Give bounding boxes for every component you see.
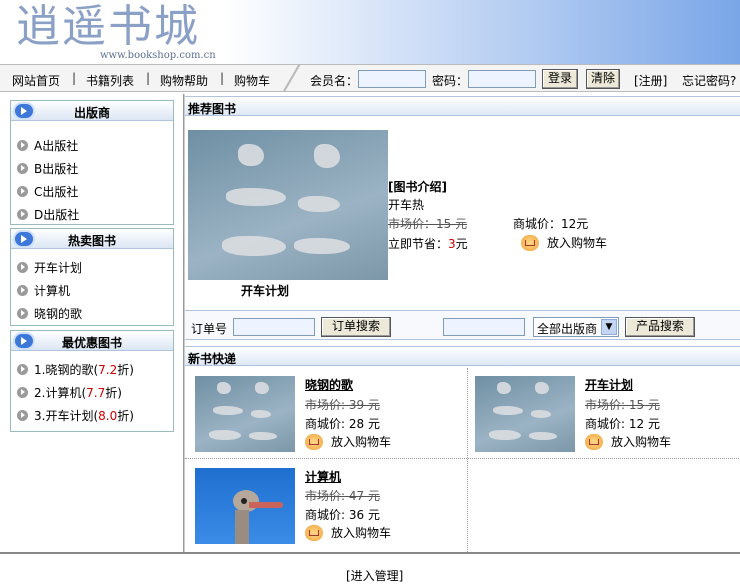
- new-book-market-price: 市场价: 47 元: [305, 489, 380, 503]
- cart-icon: [305, 525, 323, 541]
- hot-books-panel: 热卖图书 开车计划 计算机 晓钢的歌: [10, 228, 174, 326]
- new-book-mall-price: 商城价: 36 元: [305, 508, 380, 522]
- recommend-book-image[interactable]: [188, 130, 388, 280]
- add-to-cart-button[interactable]: 放入购物车: [585, 433, 671, 450]
- panel-title: 出版商: [73, 106, 110, 120]
- member-label: 会员名：: [310, 74, 359, 88]
- intro-text: 开车热: [388, 198, 425, 212]
- password-label: 密码：: [432, 74, 469, 88]
- product-search-button[interactable]: 产品搜索: [625, 317, 695, 337]
- member-input[interactable]: [358, 70, 426, 88]
- bullet-icon: [17, 163, 28, 174]
- discount-books-panel: 最优惠图书 1.晓钢的歌(7.2折) 2.计算机(7.7折) 3.开车计划(8.…: [10, 330, 174, 432]
- new-book-title[interactable]: 开车计划: [585, 376, 633, 393]
- order-label: 订单号: [191, 322, 228, 336]
- nav-divider: [282, 65, 302, 91]
- admin-link[interactable]: [进入管理]: [346, 567, 403, 584]
- add-to-cart-button[interactable]: 放入购物车: [305, 433, 391, 450]
- new-book-market-price: 市场价: 15 元: [585, 398, 660, 412]
- nav-separator: |: [220, 71, 225, 85]
- new-book-image[interactable]: [475, 376, 575, 452]
- market-price: 市场价：15 元: [388, 217, 468, 231]
- hot-book-item[interactable]: 开车计划: [17, 259, 82, 276]
- publisher-item[interactable]: C出版社: [17, 183, 78, 200]
- intro-title: [图书介绍]: [388, 180, 447, 194]
- password-input[interactable]: [468, 70, 536, 88]
- nav-book-list[interactable]: 书籍列表: [86, 72, 134, 89]
- clear-button[interactable]: 清除: [586, 69, 620, 89]
- bullet-icon: [17, 285, 28, 296]
- bullet-icon: [17, 262, 28, 273]
- hot-book-item[interactable]: 计算机: [17, 282, 70, 299]
- new-book-market-price: 市场价: 39 元: [305, 398, 380, 412]
- search-bar: 订单号 订单搜索 全部出版商 ▼ 产品搜索: [185, 310, 740, 340]
- nav-help[interactable]: 购物帮助: [160, 72, 208, 89]
- bullet-icon: [17, 410, 28, 421]
- bullet-icon: [17, 140, 28, 151]
- login-button[interactable]: 登录: [542, 69, 578, 89]
- sidebar: 出版商 A出版社 B出版社 C出版社 D出版社 热卖图书 开车计划 计算机 晓钢…: [0, 94, 184, 552]
- header-banner: 逍遥书城 www.bookshop.com.cn: [0, 0, 740, 64]
- bullet-icon: [17, 209, 28, 220]
- publisher-item[interactable]: B出版社: [17, 160, 78, 177]
- publisher-select[interactable]: 全部出版商 ▼: [533, 317, 619, 337]
- discount-book-item[interactable]: 1.晓钢的歌(7.2折): [17, 361, 134, 378]
- nav-separator: |: [146, 71, 151, 85]
- nav-separator: |: [72, 71, 77, 85]
- site-url: www.bookshop.com.cn: [100, 50, 216, 61]
- new-books-header: 新书快递: [185, 346, 740, 366]
- cart-icon: [305, 434, 323, 450]
- grid-divider: [185, 458, 740, 459]
- forgot-password-link[interactable]: 忘记密码?: [682, 72, 736, 89]
- grid-divider: [467, 368, 468, 552]
- cart-icon: [585, 434, 603, 450]
- chevron-down-icon[interactable]: ▼: [601, 319, 617, 335]
- product-input[interactable]: [443, 318, 525, 336]
- recommend-header: 推荐图书: [185, 96, 740, 116]
- register-link[interactable]: [注册]: [634, 72, 667, 89]
- new-book-title[interactable]: 计算机: [305, 468, 341, 485]
- publisher-item[interactable]: A出版社: [17, 137, 78, 154]
- new-book-image[interactable]: [195, 376, 295, 452]
- bullet-icon: [17, 308, 28, 319]
- publisher-item[interactable]: D出版社: [17, 206, 79, 223]
- new-book-image[interactable]: [195, 468, 295, 544]
- cart-icon: [521, 235, 539, 251]
- new-book-mall-price: 商城价: 12 元: [585, 417, 660, 431]
- bullet-icon: [17, 186, 28, 197]
- recommend-book-title[interactable]: 开车计划: [241, 282, 289, 299]
- new-book-title[interactable]: 晓钢的歌: [305, 376, 353, 393]
- discount-book-item[interactable]: 3.开车计划(8.0折): [17, 407, 134, 424]
- mall-price: 商城价：12元: [513, 217, 589, 231]
- footer-divider: [0, 552, 740, 554]
- nav-home[interactable]: 网站首页: [12, 72, 60, 89]
- order-search-button[interactable]: 订单搜索: [321, 317, 391, 337]
- bullet-icon: [17, 364, 28, 375]
- nav-bar: 网站首页 | 书籍列表 | 购物帮助 | 购物车 会员名： 密码： 登录 清除 …: [0, 64, 740, 92]
- nav-cart[interactable]: 购物车: [234, 72, 270, 89]
- new-book-mall-price: 商城价: 28 元: [305, 417, 380, 431]
- main-content: 推荐图书 开车计划 [图书介绍] 开车热 市场价：15 元 商城价：12元 立即…: [184, 94, 740, 552]
- save-amount: 立即节省：3元: [388, 237, 468, 251]
- site-logo[interactable]: 逍遥书城: [16, 2, 200, 52]
- panel-title: 最优惠图书: [61, 336, 122, 350]
- hot-book-item[interactable]: 晓钢的歌: [17, 305, 82, 322]
- discount-book-item[interactable]: 2.计算机(7.7折): [17, 384, 122, 401]
- bullet-icon: [17, 387, 28, 398]
- publishers-panel: 出版商 A出版社 B出版社 C出版社 D出版社: [10, 100, 174, 225]
- order-input[interactable]: [233, 318, 315, 336]
- add-to-cart-button[interactable]: 放入购物车: [521, 234, 607, 251]
- panel-title: 热卖图书: [67, 234, 116, 248]
- add-to-cart-button[interactable]: 放入购物车: [305, 524, 391, 541]
